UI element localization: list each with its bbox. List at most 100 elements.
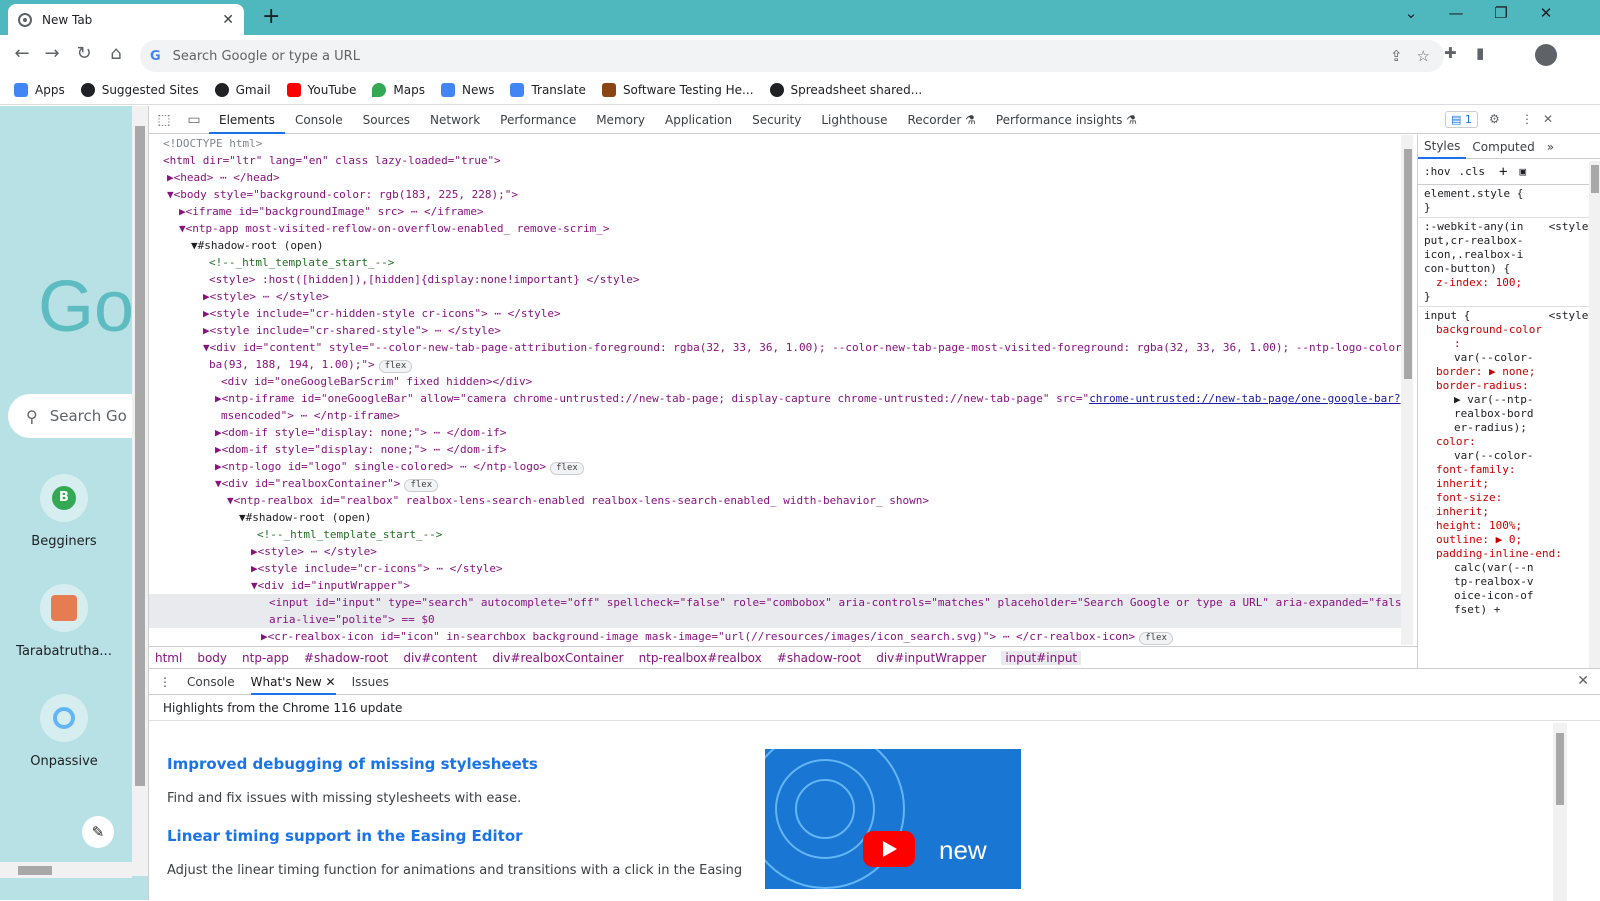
breadcrumb-item[interactable]: body xyxy=(197,651,227,665)
dom-node[interactable]: <html dir="ltr" lang="en" class lazy-loa… xyxy=(163,152,501,169)
dom-node[interactable]: ▼<body style="background-color: rgb(183,… xyxy=(167,186,518,203)
dom-node[interactable]: ▶<ntp-iframe id="oneGoogleBar" allow="ca… xyxy=(215,390,1409,407)
close-devtools-icon[interactable]: ✕ xyxy=(1543,112,1553,126)
minimize-button[interactable]: — xyxy=(1441,4,1471,22)
dom-node[interactable]: <!DOCTYPE html> xyxy=(163,135,262,152)
css-value[interactable]: ▶ var(--ntp-realbox-border-radius); xyxy=(1424,393,1534,435)
cls-toggle[interactable]: .cls xyxy=(1459,165,1486,178)
dom-node[interactable]: ▶<cr-realbox-icon id="icon" in-searchbox… xyxy=(261,628,1173,645)
bookmark-news[interactable]: News xyxy=(441,82,494,97)
styles-scrollbar[interactable] xyxy=(1589,161,1600,668)
settings-gear-icon[interactable]: ⚙ xyxy=(1489,112,1500,126)
tab-sources[interactable]: Sources xyxy=(353,106,420,134)
dom-node[interactable]: ▼<ntp-app most-visited-reflow-on-overflo… xyxy=(179,220,609,237)
dom-node[interactable]: ▶<dom-if style="display: none;"> ⋯ </dom… xyxy=(215,424,506,441)
bookmark-spreadsheet[interactable]: Spreadsheet shared... xyxy=(769,82,922,97)
flex-badge[interactable]: flex xyxy=(404,479,439,492)
ntp-search-box[interactable]: ⚲ Search Go xyxy=(8,394,148,438)
side-panel-icon[interactable]: ▮ xyxy=(1476,44,1484,62)
tab-memory[interactable]: Memory xyxy=(586,106,655,134)
dom-node[interactable]: msencoded"> ⋯ </ntp-iframe> xyxy=(221,407,400,424)
scrollbar-thumb[interactable] xyxy=(1404,149,1412,379)
bookmark-youtube[interactable]: YouTube xyxy=(286,82,356,97)
flex-badge[interactable]: flex xyxy=(550,462,584,475)
style-rule[interactable]: <style> :-webkit-any(input,cr-realbox-ic… xyxy=(1418,218,1600,307)
tab-security[interactable]: Security xyxy=(742,106,811,134)
dom-node[interactable]: <!--_html_template_start_--> xyxy=(257,526,442,543)
tab-console[interactable]: Console xyxy=(285,106,353,134)
dom-node[interactable]: ▶<ntp-logo id="logo" single-colored> ⋯ <… xyxy=(215,458,584,475)
css-property[interactable]: color: xyxy=(1424,435,1595,449)
devtools-menu-icon[interactable]: ⋮ xyxy=(1521,112,1533,126)
hov-toggle[interactable]: :hov xyxy=(1424,165,1451,178)
flex-badge[interactable]: flex xyxy=(378,360,413,373)
tab-computed[interactable]: Computed xyxy=(1466,140,1540,154)
drawer-tab-console[interactable]: Console xyxy=(187,669,235,695)
dom-node[interactable]: <div id="oneGoogleBarScrim" fixed hidden… xyxy=(221,373,532,390)
css-property[interactable]: font-family: inherit; xyxy=(1424,463,1544,491)
dom-node[interactable]: ▶<style include="cr-shared-style"> ⋯ </s… xyxy=(203,322,501,339)
dom-node[interactable]: ▶<style> ⋯ </style> xyxy=(203,288,329,305)
breadcrumb-item[interactable]: ntp-app xyxy=(242,651,289,665)
browser-tab[interactable]: New Tab ✕ xyxy=(8,4,244,35)
dom-node[interactable]: ▶<dom-if style="display: none;"> ⋯ </dom… xyxy=(215,441,506,458)
dom-node[interactable]: ▶<style include="cr-hidden-style cr-icon… xyxy=(203,305,561,322)
style-rule[interactable]: element.style { } xyxy=(1418,185,1600,218)
shortcut-tile[interactable]: B Begginers xyxy=(0,474,128,549)
breadcrumb-item[interactable]: div#content xyxy=(403,651,477,665)
dom-node-selected[interactable]: aria-live="polite"> == $0 xyxy=(149,611,1401,628)
bookmark-gmail[interactable]: Gmail xyxy=(214,82,271,97)
breadcrumb-item[interactable]: ntp-realbox#realbox xyxy=(639,651,762,665)
scrollbar-thumb[interactable] xyxy=(1591,165,1599,193)
shortcut-tile[interactable]: Onpassive xyxy=(0,694,128,769)
dom-node[interactable]: ▶<iframe id="backgroundImage" src> ⋯ </i… xyxy=(179,203,484,220)
forward-icon[interactable]: → xyxy=(40,43,64,64)
bookmark-suggested[interactable]: Suggested Sites xyxy=(80,82,199,97)
share-icon[interactable]: ⇪ xyxy=(1390,47,1403,65)
bookmark-star-icon[interactable]: ☆ xyxy=(1417,47,1430,65)
dom-node[interactable]: ▼#shadow-root (open) xyxy=(239,509,371,526)
extensions-icon[interactable]: ✚ xyxy=(1444,44,1457,62)
iframe-src-link[interactable]: chrome-untrusted://new-tab-page/one-goog… xyxy=(1089,392,1409,405)
dom-tree[interactable]: <!DOCTYPE html> <html dir="ltr" lang="en… xyxy=(149,135,1409,645)
drawer-tab-whats-new[interactable]: What's New ✕ xyxy=(250,669,336,695)
customize-pencil-icon[interactable]: ✎ xyxy=(82,816,114,848)
scrollbar-thumb[interactable] xyxy=(1556,733,1564,805)
drawer-menu-icon[interactable]: ⋮ xyxy=(159,669,171,695)
css-property[interactable]: border-radius: xyxy=(1424,379,1595,393)
css-property[interactable]: background-color xyxy=(1424,323,1595,337)
breadcrumb-item[interactable]: #shadow-root xyxy=(777,651,861,665)
inspect-element-icon[interactable]: ⬚ xyxy=(149,112,179,128)
whats-new-video-thumbnail[interactable]: new xyxy=(765,749,1021,889)
tab-application[interactable]: Application xyxy=(655,106,742,134)
style-rule[interactable]: <style> input { background-color : var(-… xyxy=(1418,307,1600,619)
css-property[interactable]: padding-inline-end: xyxy=(1424,547,1595,561)
home-icon[interactable]: ⌂ xyxy=(104,43,128,64)
dom-node[interactable]: ▶<head> ⋯ </head> xyxy=(167,169,280,186)
whats-new-heading[interactable]: Improved debugging of missing stylesheet… xyxy=(167,755,538,773)
new-tab-button[interactable]: + xyxy=(262,4,280,30)
menu-icon[interactable]: ⋮ xyxy=(1544,44,1559,62)
drawer-scrollbar[interactable] xyxy=(1553,723,1567,901)
scrollbar-thumb[interactable] xyxy=(135,126,145,786)
shortcut-tile[interactable]: Tarabatrutha... xyxy=(0,584,128,659)
css-value[interactable]: var(--color- xyxy=(1424,351,1595,365)
add-rule-icon[interactable]: + xyxy=(1499,164,1507,180)
page-vertical-scrollbar[interactable] xyxy=(132,106,148,876)
restore-button[interactable]: ❐ xyxy=(1486,4,1516,22)
css-property[interactable]: font-size: inherit; xyxy=(1424,491,1544,519)
dom-node[interactable]: ▼<div id="inputWrapper"> xyxy=(251,577,410,594)
close-drawer-icon[interactable]: ✕ xyxy=(1577,673,1589,689)
tab-performance-insights[interactable]: Performance insights ⚗ xyxy=(986,106,1147,134)
close-tab-icon[interactable]: ✕ xyxy=(222,12,234,28)
tab-search-icon[interactable]: ⌄ xyxy=(1396,4,1426,22)
dom-node[interactable]: ▼<div id="realboxContainer"> flex xyxy=(215,475,439,492)
tab-network[interactable]: Network xyxy=(420,106,490,134)
css-value[interactable]: calc(var(--ntp-realbox-voice-icon-offset… xyxy=(1424,561,1534,617)
dom-node[interactable]: ▼<ntp-realbox id="realbox" realbox-lens-… xyxy=(227,492,929,509)
bookmark-maps[interactable]: Maps xyxy=(372,82,425,97)
tab-recorder[interactable]: Recorder ⚗ xyxy=(898,106,986,134)
device-toolbar-icon[interactable]: ▭ xyxy=(179,112,209,128)
breadcrumb-item-current[interactable]: input#input xyxy=(1001,650,1082,665)
issues-badge[interactable]: ▤ 1 xyxy=(1445,111,1478,128)
